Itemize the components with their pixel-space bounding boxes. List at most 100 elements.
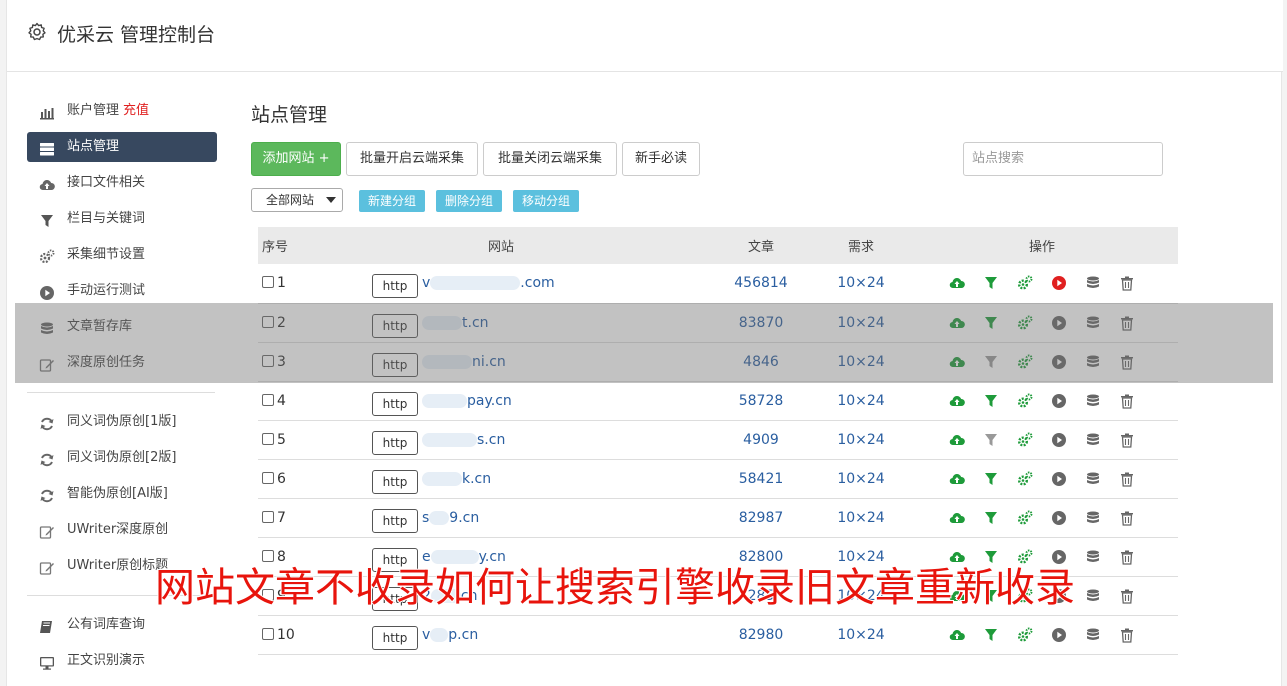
database-icon[interactable] bbox=[1085, 627, 1101, 643]
sidebar-item[interactable]: 同义词伪原创[1版] bbox=[27, 407, 217, 443]
protocol-badge[interactable]: http bbox=[372, 469, 418, 494]
demand-value[interactable]: 10×24 bbox=[816, 615, 906, 655]
play-icon[interactable] bbox=[1051, 471, 1067, 487]
demand-value[interactable]: 10×24 bbox=[816, 381, 906, 421]
play-icon[interactable] bbox=[1051, 275, 1067, 291]
articles-count[interactable]: 82987 bbox=[706, 498, 816, 538]
articles-count[interactable]: 58728 bbox=[706, 381, 816, 421]
cogs-icon[interactable] bbox=[1017, 275, 1033, 291]
filter-icon[interactable] bbox=[983, 627, 999, 643]
cloud-upload-icon[interactable] bbox=[949, 510, 965, 526]
demand-value[interactable]: 10×24 bbox=[816, 264, 906, 304]
col-index: 序号 bbox=[258, 227, 296, 264]
guide-button[interactable]: 新手必读 bbox=[622, 142, 700, 176]
sidebar-item[interactable]: 公有词库查询 bbox=[27, 610, 217, 646]
demand-value[interactable]: 10×24 bbox=[816, 498, 906, 538]
group-select[interactable]: 全部网站 bbox=[251, 188, 343, 212]
trash-icon[interactable] bbox=[1119, 432, 1135, 448]
site-link[interactable]: s.cn bbox=[422, 432, 505, 448]
site-cell: http pay.cn bbox=[296, 381, 706, 421]
filter-icon[interactable] bbox=[983, 275, 999, 291]
site-link[interactable]: s 9.cn bbox=[422, 510, 479, 526]
sidebar-item[interactable]: 采集细节设置 bbox=[27, 240, 217, 276]
trash-icon[interactable] bbox=[1119, 393, 1135, 409]
play-icon[interactable] bbox=[1051, 627, 1067, 643]
site-link[interactable]: v .com bbox=[422, 275, 555, 291]
database-icon[interactable] bbox=[1085, 510, 1101, 526]
add-site-button[interactable]: 添加网站 + bbox=[251, 142, 341, 176]
articles-count[interactable]: 58421 bbox=[706, 459, 816, 499]
site-link[interactable]: k.cn bbox=[422, 471, 491, 487]
protocol-badge[interactable]: http bbox=[372, 625, 418, 650]
refresh-icon bbox=[39, 450, 55, 467]
filter-icon[interactable] bbox=[983, 471, 999, 487]
row-checkbox[interactable] bbox=[262, 393, 274, 406]
row-index: 10 bbox=[277, 626, 295, 643]
database-icon[interactable] bbox=[1085, 549, 1101, 565]
articles-count[interactable]: 82980 bbox=[706, 615, 816, 655]
trash-icon[interactable] bbox=[1119, 627, 1135, 643]
sidebar-item-label: 手动运行测试 bbox=[67, 283, 146, 298]
play-icon[interactable] bbox=[1051, 393, 1067, 409]
play-icon[interactable] bbox=[1051, 432, 1067, 448]
filter-icon[interactable] bbox=[983, 432, 999, 448]
table-row: 10 http v p.cn 82980 10×24 bbox=[258, 615, 1178, 655]
protocol-badge[interactable]: http bbox=[372, 430, 418, 455]
demand-value[interactable]: 10×24 bbox=[816, 459, 906, 499]
cogs-icon[interactable] bbox=[1017, 393, 1033, 409]
sidebar-item[interactable]: 智能伪原创[AI版] bbox=[27, 479, 217, 515]
cloud-upload-icon[interactable] bbox=[949, 627, 965, 643]
database-icon[interactable] bbox=[1085, 275, 1101, 291]
trash-icon[interactable] bbox=[1119, 471, 1135, 487]
protocol-badge[interactable]: http bbox=[372, 391, 418, 416]
row-checkbox[interactable] bbox=[262, 627, 274, 640]
cloud-upload-icon[interactable] bbox=[949, 471, 965, 487]
play-icon[interactable] bbox=[1051, 510, 1067, 526]
cogs-icon[interactable] bbox=[1017, 471, 1033, 487]
protocol-badge[interactable]: http bbox=[372, 274, 418, 299]
sidebar-item[interactable]: 接口文件相关 bbox=[27, 168, 217, 204]
trash-icon[interactable] bbox=[1119, 588, 1135, 604]
articles-count[interactable]: 456814 bbox=[706, 264, 816, 304]
table-row: 1 http v .com 456814 10×24 bbox=[258, 264, 1178, 304]
new-group-button[interactable]: 新建分组 bbox=[359, 190, 426, 212]
filter-icon[interactable] bbox=[983, 393, 999, 409]
move-group-button[interactable]: 移动分组 bbox=[513, 190, 580, 212]
sidebar-item[interactable]: 正文识别演示 bbox=[27, 646, 217, 682]
cloud-upload-icon[interactable] bbox=[949, 432, 965, 448]
batch-open-cloud-button[interactable]: 批量开启云端采集 bbox=[346, 142, 478, 176]
trash-icon[interactable] bbox=[1119, 510, 1135, 526]
sidebar-item[interactable]: 同义词伪原创[2版] bbox=[27, 443, 217, 479]
site-search-input[interactable]: 站点搜索 bbox=[963, 142, 1163, 176]
delete-group-button[interactable]: 删除分组 bbox=[436, 190, 503, 212]
row-checkbox[interactable] bbox=[262, 510, 274, 523]
sidebar-item[interactable]: 站点管理 bbox=[27, 132, 217, 162]
trash-icon[interactable] bbox=[1119, 549, 1135, 565]
demand-value[interactable]: 10×24 bbox=[816, 420, 906, 460]
row-checkbox[interactable] bbox=[262, 471, 274, 484]
sidebar-item[interactable]: 栏目与关键词 bbox=[27, 204, 217, 240]
database-icon[interactable] bbox=[1085, 471, 1101, 487]
cloud-upload-icon[interactable] bbox=[949, 393, 965, 409]
trash-icon[interactable] bbox=[1119, 275, 1135, 291]
sidebar-item[interactable]: UWriter深度原创 bbox=[27, 515, 217, 551]
database-icon[interactable] bbox=[1085, 432, 1101, 448]
batch-close-cloud-button[interactable]: 批量关闭云端采集 bbox=[483, 142, 617, 176]
site-link[interactable]: pay.cn bbox=[422, 393, 512, 409]
row-checkbox[interactable] bbox=[262, 276, 274, 289]
database-icon[interactable] bbox=[1085, 393, 1101, 409]
cogs-icon[interactable] bbox=[1017, 432, 1033, 448]
cloud-upload-icon[interactable] bbox=[949, 275, 965, 291]
filter-icon[interactable] bbox=[983, 510, 999, 526]
protocol-badge[interactable]: http bbox=[372, 508, 418, 533]
cogs-icon[interactable] bbox=[1017, 627, 1033, 643]
sidebar-item[interactable]: 账户管理 充值 bbox=[27, 96, 217, 132]
site-link[interactable]: v p.cn bbox=[422, 627, 478, 643]
cogs-icon[interactable] bbox=[1017, 510, 1033, 526]
col-articles: 文章 bbox=[706, 227, 816, 264]
articles-count[interactable]: 4909 bbox=[706, 420, 816, 460]
sidebar-item-label: 智能伪原创[AI版] bbox=[67, 486, 168, 501]
recharge-link[interactable]: 充值 bbox=[123, 103, 149, 118]
row-checkbox[interactable] bbox=[262, 432, 274, 445]
database-icon[interactable] bbox=[1085, 588, 1101, 604]
